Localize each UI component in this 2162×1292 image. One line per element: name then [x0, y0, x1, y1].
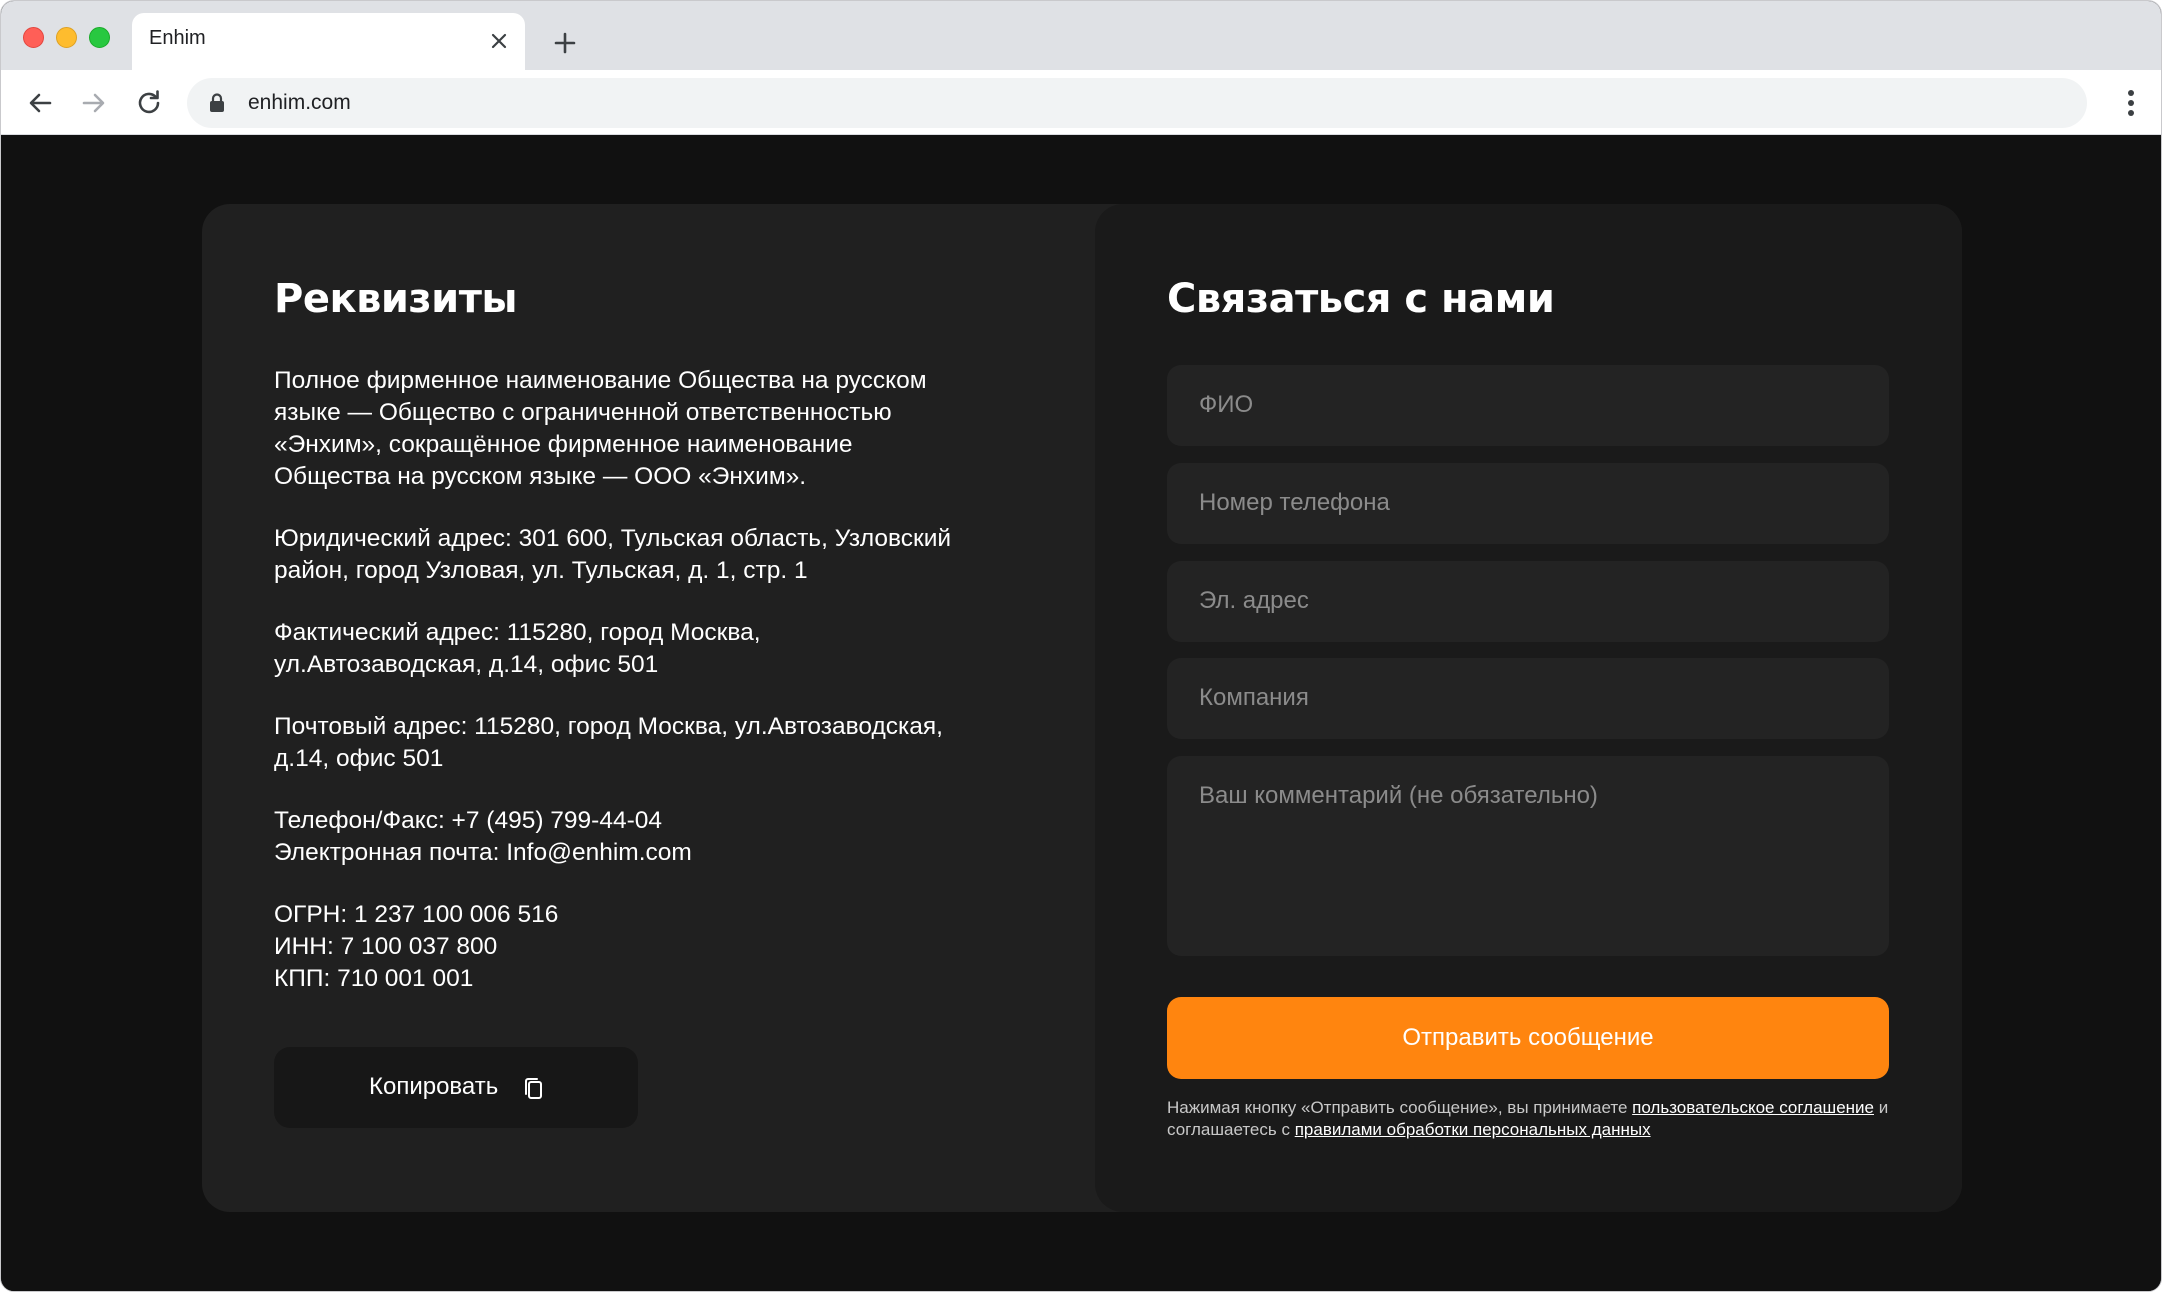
close-window-button[interactable] [23, 27, 44, 48]
postal-address-paragraph: Почтовый адрес: 115280, город Москва, ул… [274, 711, 1014, 775]
contact-form-panel: Связаться с нами ФИО Номер телефона Эл. … [1095, 204, 1962, 1212]
legal-address-paragraph: Юридический адрес: 301 600, Тульская обл… [274, 523, 1014, 587]
submit-button[interactable]: Отправить сообщение [1167, 997, 1889, 1079]
company-field[interactable]: Компания [1167, 658, 1889, 739]
text-line: Общества на русском языке — ООО «Энхим». [274, 463, 807, 490]
copy-icon [523, 1077, 545, 1101]
full-name-paragraph: Полное фирменное наименование Общества н… [274, 365, 1014, 493]
text-line: «Энхим», сокращённое фирменное наименова… [274, 431, 853, 458]
text-line: Юридический адрес: 301 600, Тульская обл… [274, 525, 952, 552]
text-line: языке — Общество с ограниченной ответств… [274, 399, 892, 426]
tab-enhim[interactable]: Enhim [132, 13, 525, 70]
requisites-title: Реквизиты [274, 276, 518, 322]
copy-button-label: Копировать [369, 1073, 499, 1100]
company-placeholder: Компания [1199, 684, 1309, 711]
tab-bar: Enhim [1, 1, 2161, 70]
phone-line: Телефон/Факс: +7 (495) 799-44-04 [274, 807, 662, 834]
new-tab-icon[interactable] [549, 27, 581, 59]
contact-title: Связаться с нами [1167, 276, 1555, 322]
back-arrow-icon[interactable] [23, 86, 57, 120]
text-line: район, город Узловая, ул. Тульская, д. 1… [274, 557, 808, 584]
requisites-text: Полное фирменное наименование Общества н… [274, 365, 1014, 1025]
text-line: д.14, офис 501 [274, 745, 444, 772]
kpp-line: КПП: 710 001 001 [274, 965, 474, 992]
email-field[interactable]: Эл. адрес [1167, 561, 1889, 642]
url-text: enhim.com [248, 91, 351, 114]
text-line: Почтовый адрес: 115280, город Москва, ул… [274, 713, 943, 740]
tab-title: Enhim [149, 27, 206, 49]
phone-field[interactable]: Номер телефона [1167, 463, 1889, 544]
registration-codes-paragraph: ОГРН: 1 237 100 006 516 ИНН: 7 100 037 8… [274, 899, 1014, 995]
maximize-window-button[interactable] [89, 27, 110, 48]
legal-notice: Нажимая кнопку «Отправить сообщение», вы… [1167, 1097, 1889, 1141]
name-field[interactable]: ФИО [1167, 365, 1889, 446]
copy-button[interactable]: Копировать [274, 1047, 638, 1128]
reload-icon[interactable] [132, 86, 166, 120]
text-line: ул.Автозаводская, д.14, офис 501 [274, 651, 659, 678]
text-line: Полное фирменное наименование Общества н… [274, 367, 927, 394]
forward-arrow-icon[interactable] [77, 86, 111, 120]
minimize-window-button[interactable] [56, 27, 77, 48]
legal-prefix: Нажимая кнопку «Отправить сообщение», вы… [1167, 1098, 1628, 1117]
kebab-menu-icon[interactable] [2127, 88, 2135, 118]
inn-line: ИНН: 7 100 037 800 [274, 933, 498, 960]
actual-address-paragraph: Фактический адрес: 115280, город Москва,… [274, 617, 1014, 681]
lock-icon [209, 93, 225, 113]
phone-email-paragraph: Телефон/Факс: +7 (495) 799-44-04 Электро… [274, 805, 1014, 869]
browser-toolbar: enhim.com [1, 70, 2161, 135]
comment-placeholder: Ваш комментарий (не обязательно) [1199, 782, 1598, 809]
ogrn-line: ОГРН: 1 237 100 006 516 [274, 901, 559, 928]
user-agreement-link[interactable]: пользовательское соглашение [1632, 1098, 1874, 1117]
comment-textarea[interactable]: Ваш комментарий (не обязательно) [1167, 756, 1889, 956]
page-viewport: Реквизиты Полное фирменное наименование … [1, 135, 2161, 1291]
browser-window: Enhim enhim.com Реквизиты Полное фирменн… [0, 0, 2162, 1292]
phone-placeholder: Номер телефона [1199, 489, 1390, 516]
email-line: Электронная почта: Info@enhim.com [274, 839, 692, 866]
address-bar[interactable]: enhim.com [187, 78, 2087, 128]
contacts-card: Реквизиты Полное фирменное наименование … [202, 204, 1962, 1212]
email-placeholder: Эл. адрес [1199, 587, 1309, 614]
close-icon[interactable] [487, 29, 511, 53]
privacy-policy-link[interactable]: правилами обработки персональных данных [1295, 1120, 1651, 1139]
text-line: Фактический адрес: 115280, город Москва, [274, 619, 761, 646]
name-placeholder: ФИО [1199, 391, 1254, 418]
